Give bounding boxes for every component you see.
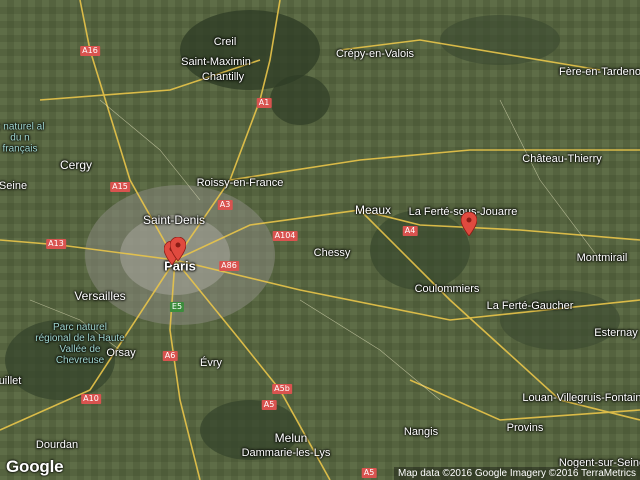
place-label-cergy: Cergy — [59, 158, 93, 172]
road-shield-a5-south: A5 — [361, 468, 377, 478]
place-label-crepy-en-valois: Crépy-en-Valois — [335, 48, 415, 60]
road-shield-a3: A3 — [217, 200, 233, 210]
road-shield-e5: E5 — [169, 302, 185, 312]
place-label-nangis: Nangis — [403, 426, 439, 438]
place-label-dourdan: Dourdan — [35, 439, 79, 451]
satellite-map[interactable]: Creil Saint-Maximin Chantilly Crépy-en-V… — [0, 0, 640, 480]
place-label-dammarie-les-lys: Dammarie-les-Lys — [241, 447, 331, 459]
place-label-evry: Évry — [200, 357, 222, 369]
road-shield-a16: A16 — [80, 46, 100, 56]
park-label-vexin: ç naturel al du n français — [0, 121, 45, 155]
park-label-chevreuse: Parc naturel régional de la Haute Vallée… — [35, 322, 125, 366]
place-label-meaux: Meaux — [354, 203, 392, 217]
place-label-seine: Seine — [0, 180, 28, 192]
road-shield-a104: A104 — [272, 231, 298, 241]
place-label-uillet: uillet — [0, 375, 22, 387]
road-shield-a6: A6 — [162, 351, 178, 361]
place-label-saint-maximin: Saint-Maximin — [181, 56, 251, 68]
place-label-esternay: Esternay — [594, 327, 638, 339]
road-shield-a5b: A5b — [272, 384, 292, 394]
place-label-chateau-thierry: Château-Thierry — [522, 153, 602, 165]
google-logo: Google — [6, 457, 64, 476]
road-shield-a10: A10 — [81, 394, 101, 404]
road-shield-a4: A4 — [402, 226, 418, 236]
place-label-montmirail: Montmirail — [576, 252, 628, 264]
road-shield-a13: A13 — [46, 239, 66, 249]
road-shield-a15: A15 — [110, 182, 130, 192]
place-label-creil: Creil — [213, 36, 237, 48]
place-label-saint-denis: Saint-Denis — [142, 213, 206, 227]
place-label-louan: Louan-Villegruis-Fontaine — [522, 392, 640, 404]
place-label-fere-en-tardenois: Fère-en-Tardeno — [559, 66, 640, 78]
place-label-provins: Provins — [506, 422, 544, 434]
place-label-chessy: Chessy — [313, 247, 351, 259]
road-shield-a1: A1 — [256, 98, 272, 108]
map-pin-icon[interactable] — [461, 212, 477, 236]
place-label-chantilly: Chantilly — [201, 71, 245, 83]
map-pin-icon[interactable] — [170, 237, 186, 261]
place-label-roissy: Roissy-en-France — [196, 177, 284, 189]
place-label-versailles: Versailles — [74, 289, 126, 303]
place-label-la-ferte-gaucher: La Ferté-Gaucher — [486, 300, 574, 312]
place-label-melun: Melun — [274, 431, 308, 445]
place-label-coulommiers: Coulommiers — [414, 283, 480, 295]
road-shield-a5: A5 — [261, 400, 277, 410]
map-terrain — [0, 0, 640, 480]
map-attribution: Map data ©2016 Google Imagery ©2016 Terr… — [393, 467, 640, 480]
road-shield-a86: A86 — [219, 261, 239, 271]
